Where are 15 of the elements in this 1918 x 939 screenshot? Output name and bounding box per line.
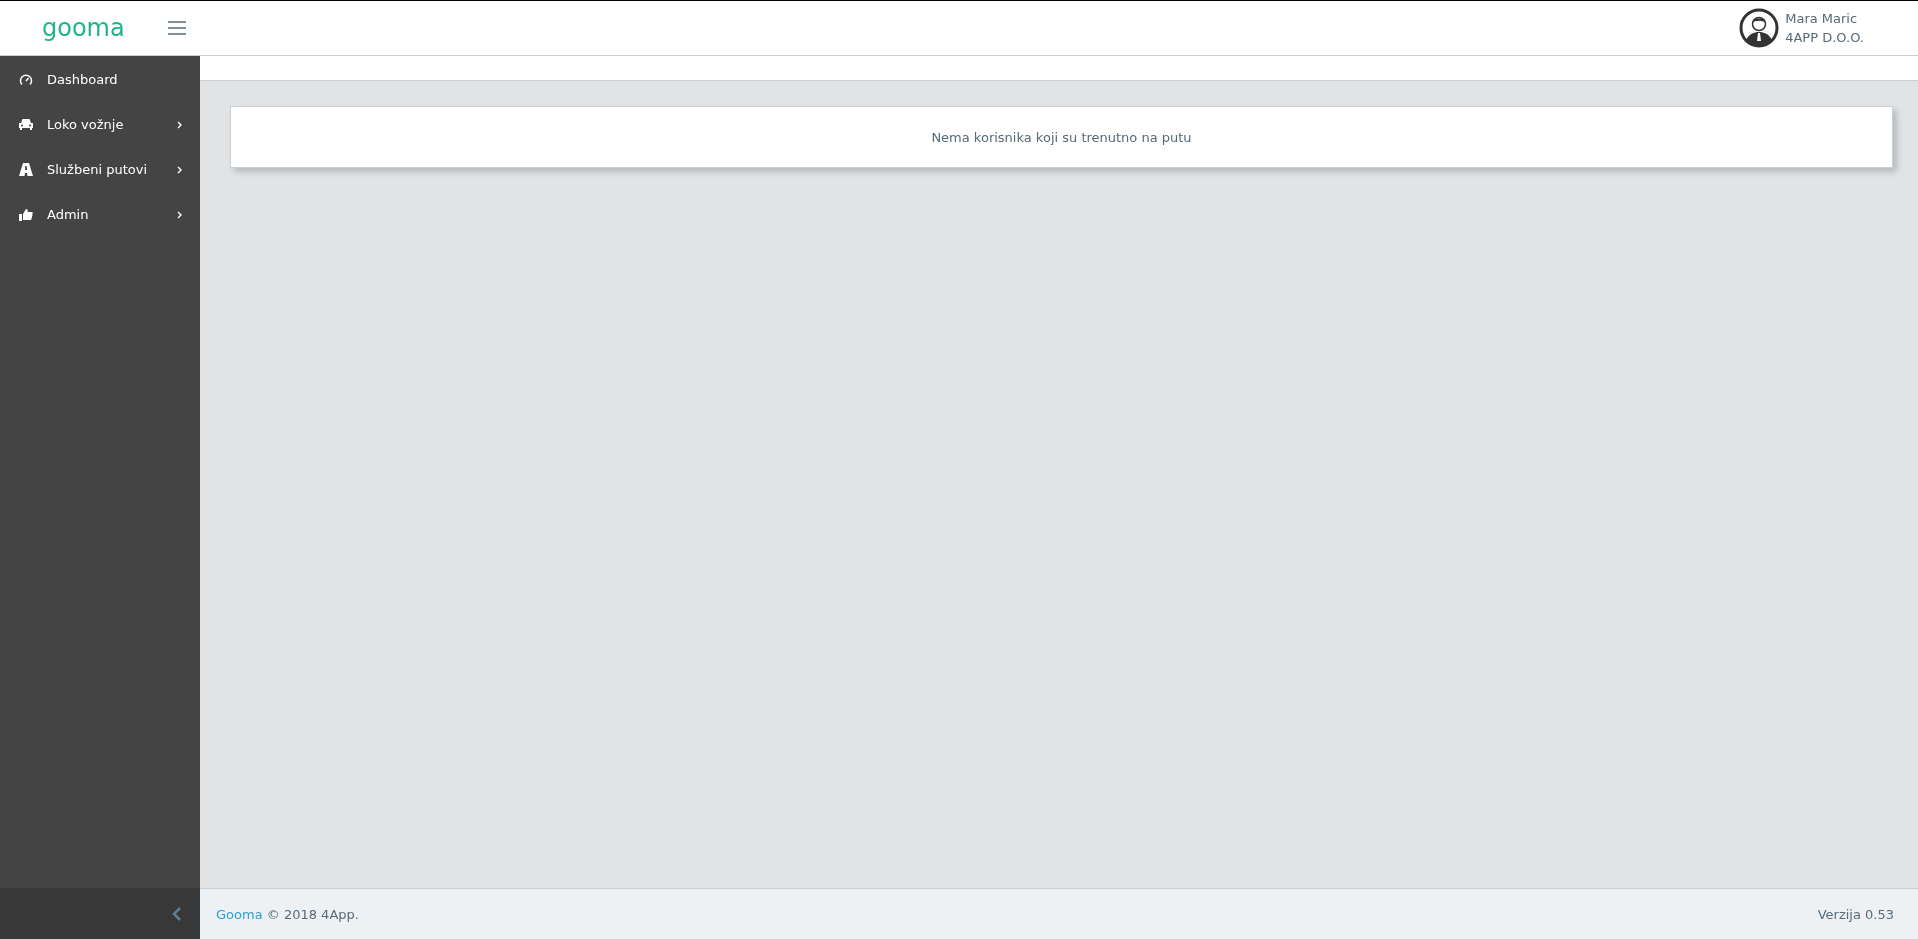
car-icon — [18, 118, 34, 131]
sidebar-item[interactable]: Službeni putovi — [0, 147, 200, 192]
notice-text: Nema korisnika koji su trenutno na putu — [931, 129, 1192, 145]
gauge-icon — [18, 72, 34, 87]
user-name: Mara Maric — [1785, 10, 1859, 28]
copyright-text: © 2018 4App. — [266, 906, 359, 922]
sidebar-item[interactable]: Admin — [0, 192, 200, 237]
collapse-icon[interactable] — [172, 906, 182, 921]
avatar-icon[interactable] — [1739, 8, 1780, 48]
menu-icon[interactable] — [166, 20, 187, 36]
sidebar-item[interactable]: Dashboard — [0, 57, 200, 102]
company-name: 4APP D.O.O. — [1785, 29, 1864, 47]
sidebar-item[interactable]: Loko vožnje — [0, 102, 200, 147]
version-text: Verzija 0.53 — [1817, 906, 1894, 922]
thumbs-up-icon — [18, 208, 34, 221]
